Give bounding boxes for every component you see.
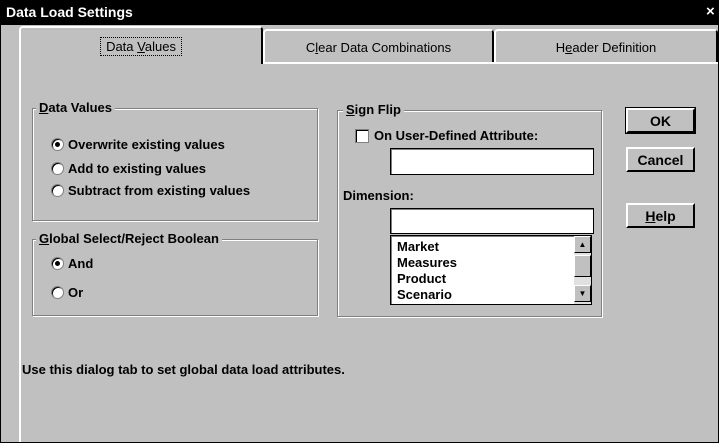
list-item[interactable]: Scenario <box>397 287 452 302</box>
radio-button-icon[interactable] <box>51 184 64 197</box>
dialog-title: Data Load Settings <box>6 4 133 20</box>
tab-clear-data-combinations[interactable]: Clear Data Combinations <box>263 29 494 63</box>
radio-overwrite-label: Overwrite existing values <box>68 137 225 152</box>
on-user-defined-attribute-checkbox[interactable]: On User-Defined Attribute: <box>355 128 538 143</box>
boolean-legend: Global Select/Reject Boolean <box>36 231 222 246</box>
tab-header-definition[interactable]: Header Definition <box>494 29 718 63</box>
tab-clear-data-combinations-label: Clear Data Combinations <box>305 39 452 55</box>
radio-add-label: Add to existing values <box>68 161 206 176</box>
dimension-scrollbar[interactable]: ▲ ▼ <box>574 236 591 304</box>
radio-button-icon[interactable] <box>51 138 64 151</box>
global-select-reject-boolean-group <box>32 239 318 316</box>
data-values-legend: Data Values <box>36 100 115 115</box>
cancel-button[interactable]: Cancel <box>626 147 695 172</box>
sign-flip-legend: Sign Flip <box>343 102 404 117</box>
tab-data-values-label: Data Values <box>100 36 182 56</box>
radio-subtract-label: Subtract from existing values <box>68 183 251 198</box>
list-item[interactable]: Market <box>397 239 439 254</box>
user-defined-attribute-input[interactable] <box>390 148 594 175</box>
radio-add-to-existing-values[interactable]: Add to existing values <box>51 161 206 176</box>
ok-button[interactable]: OK <box>625 107 696 134</box>
radio-subtract-from-existing-values[interactable]: Subtract from existing values <box>51 183 250 198</box>
tab-strip-edge <box>263 62 718 64</box>
radio-and[interactable]: And <box>51 256 93 271</box>
tab-data-values[interactable]: Data Values <box>19 26 263 64</box>
checkbox-label: On User-Defined Attribute: <box>374 128 539 143</box>
scroll-up-arrow-icon[interactable]: ▲ <box>574 236 591 253</box>
list-item[interactable]: Product <box>397 271 446 286</box>
radio-and-label: And <box>68 256 94 271</box>
radio-or[interactable]: Or <box>51 285 83 300</box>
radio-button-icon[interactable] <box>51 162 64 175</box>
title-bar: Data Load Settings × <box>1 1 718 25</box>
help-button[interactable]: Help <box>626 203 695 228</box>
tab-header-definition-label: Header Definition <box>555 39 657 55</box>
radio-button-icon[interactable] <box>51 286 64 299</box>
scroll-thumb[interactable] <box>574 255 591 277</box>
radio-or-label: Or <box>68 285 84 300</box>
radio-button-icon[interactable] <box>51 257 64 270</box>
dimension-input[interactable] <box>390 208 594 234</box>
scroll-down-arrow-icon[interactable]: ▼ <box>574 285 591 302</box>
data-load-settings-dialog: Data Load Settings × Data Values Clear D… <box>0 0 719 443</box>
checkbox-icon[interactable] <box>355 128 369 143</box>
radio-overwrite-existing-values[interactable]: Overwrite existing values <box>51 137 225 152</box>
dimension-listbox[interactable]: Market Measures Product Scenario ▲ ▼ <box>390 235 592 305</box>
dimension-label: Dimension: <box>343 188 414 203</box>
list-item[interactable]: Measures <box>397 255 457 270</box>
close-icon[interactable]: × <box>706 3 715 20</box>
status-text: Use this dialog tab to set global data l… <box>22 362 345 377</box>
